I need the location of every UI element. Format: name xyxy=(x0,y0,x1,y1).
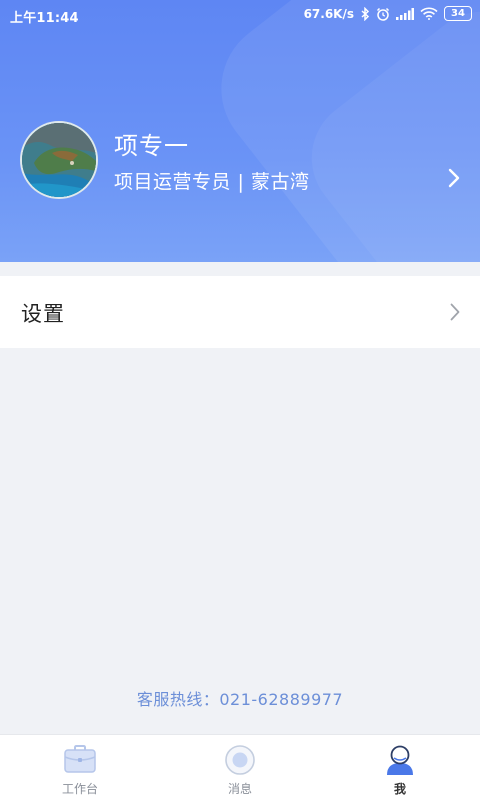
tab-label: 消息 xyxy=(227,782,252,796)
profile-card[interactable]: 项专一 项目运营专员 | 蒙古湾 xyxy=(0,118,480,202)
profile-header: 上午11:44 67.6K/s 34 项专一 项目运营专员 | 蒙古湾 xyxy=(0,0,480,262)
chevron-right-icon xyxy=(450,303,460,325)
status-bar: 上午11:44 67.6K/s 34 xyxy=(0,0,480,30)
network-speed: 67.6K/s xyxy=(303,6,354,21)
user-role-location: 项目运营专员 | 蒙古湾 xyxy=(114,171,310,193)
tab-messages[interactable]: 消息 xyxy=(160,735,320,801)
battery-indicator: 34 xyxy=(444,6,472,21)
wifi-icon xyxy=(420,7,438,20)
status-time: 上午11:44 xyxy=(10,11,79,26)
briefcase-icon xyxy=(63,744,97,776)
settings-row[interactable]: 设置 xyxy=(0,276,480,348)
user-name: 项专一 xyxy=(114,132,189,160)
alarm-icon xyxy=(376,7,390,21)
tab-label: 工作台 xyxy=(61,782,98,796)
profile-icon xyxy=(384,744,416,776)
tab-label: 我 xyxy=(393,782,406,796)
avatar[interactable] xyxy=(20,121,98,199)
settings-label: 设置 xyxy=(21,302,65,326)
customer-service-hotline[interactable]: 客服热线：021-62889977 xyxy=(0,686,480,710)
status-icons: 67.6K/s 34 xyxy=(304,6,472,21)
tab-me[interactable]: 我 xyxy=(320,735,480,801)
tab-workbench[interactable]: 工作台 xyxy=(0,735,160,801)
message-icon xyxy=(224,744,256,776)
bottom-tab-bar: 工作台 消息 我 xyxy=(0,734,480,801)
signal-icon xyxy=(396,7,414,20)
chevron-right-icon[interactable] xyxy=(448,168,460,192)
bluetooth-icon xyxy=(360,6,370,21)
